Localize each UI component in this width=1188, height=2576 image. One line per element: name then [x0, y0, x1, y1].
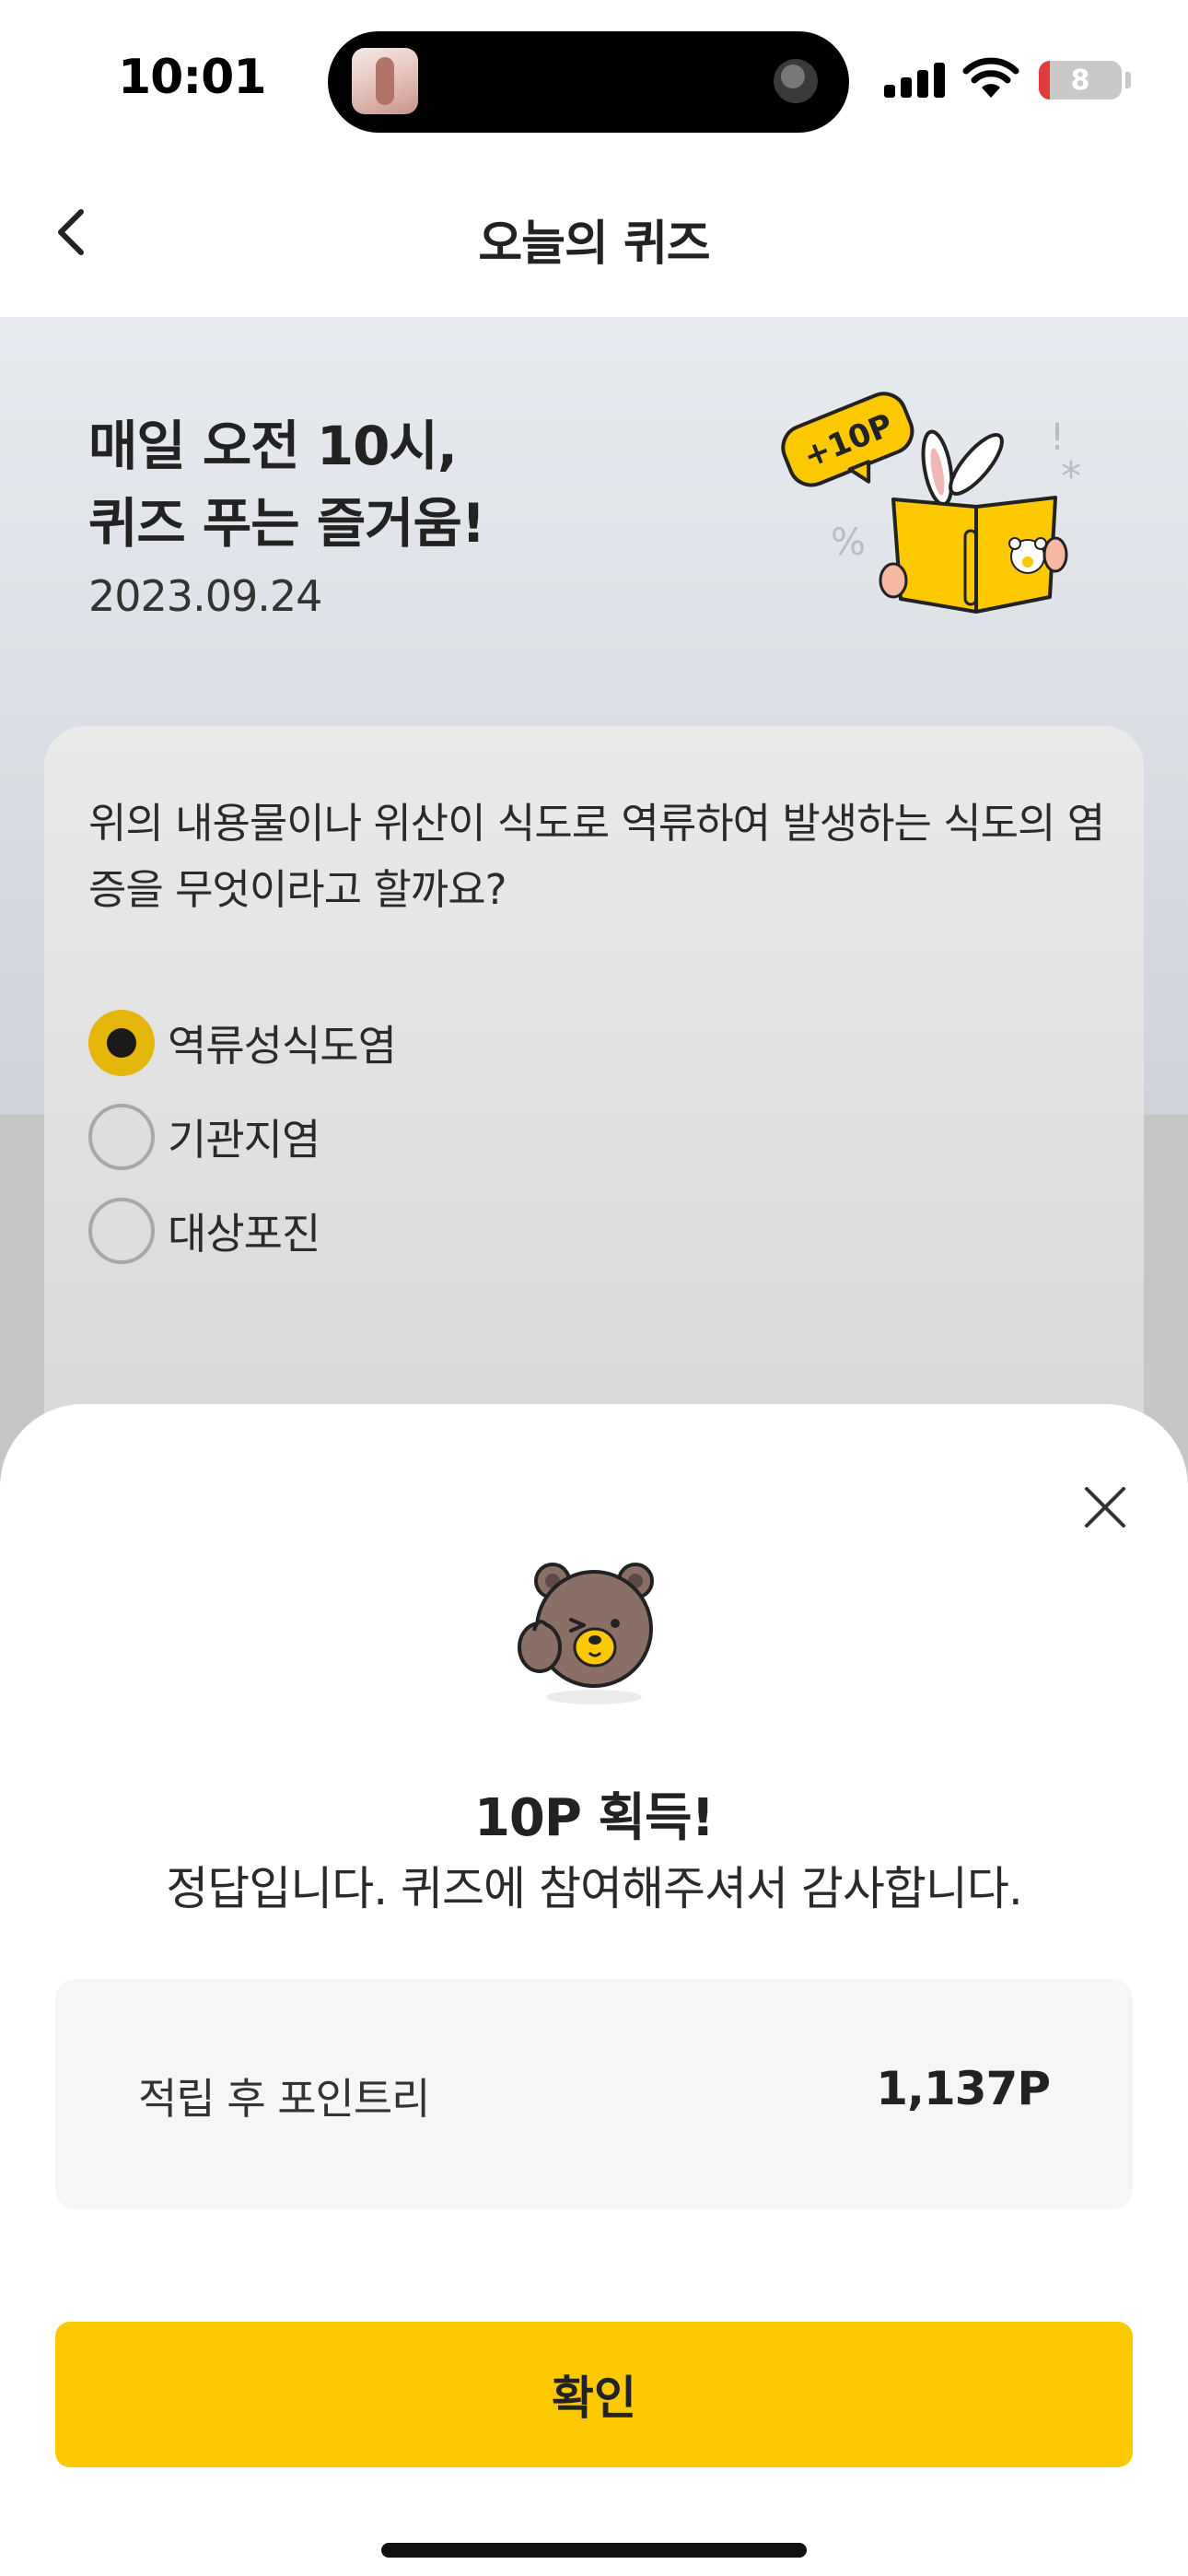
battery-cap	[1125, 72, 1131, 88]
battery-percent: 8	[1070, 64, 1090, 97]
status-bar: 10:01 8	[0, 0, 1188, 147]
hero-headline-line1: 매일 오전 10시,	[88, 415, 458, 477]
cellular-signal-icon	[884, 63, 945, 98]
radio-unselected-icon[interactable]	[88, 1104, 155, 1170]
quiz-date: 2023.09.24	[88, 571, 322, 621]
quiz-option-label: 대상포진	[168, 1209, 320, 1259]
home-indicator[interactable]	[381, 2543, 807, 2558]
result-message: 정답입니다. 퀴즈에 참여해주셔서 감사합니다.	[166, 1862, 1022, 1915]
radio-selected-icon[interactable]	[88, 1010, 155, 1076]
quiz-option-1[interactable]: 역류성식도염	[88, 1008, 397, 1078]
camera-indicator-icon	[774, 59, 818, 103]
result-title: 10P 획득!	[473, 1788, 715, 1848]
points-value: 1,137P	[876, 2062, 1051, 2115]
nav-bar: 오늘의 퀴즈	[0, 147, 1188, 317]
now-playing-thumbnail	[352, 48, 418, 114]
hero-headline-line2: 퀴즈 푸는 즐거움!	[88, 492, 485, 555]
quiz-option-3[interactable]: 대상포진	[88, 1196, 320, 1266]
dynamic-island	[328, 31, 849, 133]
quiz-option-label: 역류성식도염	[168, 1021, 397, 1071]
quiz-option-label: 기관지염	[168, 1115, 320, 1165]
hero-headline: 매일 오전 10시, 퀴즈 푸는 즐거움!	[88, 407, 485, 562]
svg-text:%: %	[831, 521, 866, 564]
radio-unselected-icon[interactable]	[88, 1198, 155, 1264]
svg-text:*: *	[1061, 453, 1081, 500]
confirm-button[interactable]: 확인	[55, 2322, 1133, 2467]
points-summary: 적립 후 포인트리 1,137P	[55, 1979, 1133, 2209]
bear-thumbs-up-icon	[518, 1563, 654, 1704]
wifi-icon	[962, 57, 1019, 98]
quiz-question: 위의 내용물이나 위산이 식도로 역류하여 발생하는 식도의 염증을 무엇이라고…	[88, 799, 1105, 914]
points-label: 적립 후 포인트리	[138, 2074, 430, 2124]
status-time: 10:01	[118, 50, 267, 105]
result-bottom-sheet: 10P 획득! 정답입니다. 퀴즈에 참여해주셔서 감사합니다. 적립 후 포인…	[0, 1404, 1188, 2576]
page-title: 오늘의 퀴즈	[478, 217, 710, 272]
battery-icon: 8	[1039, 61, 1122, 100]
bunny-reading-book-illustration: +10P ! * %	[781, 392, 1081, 614]
quiz-option-2[interactable]: 기관지염	[88, 1102, 320, 1172]
close-icon[interactable]	[1074, 1476, 1136, 1539]
